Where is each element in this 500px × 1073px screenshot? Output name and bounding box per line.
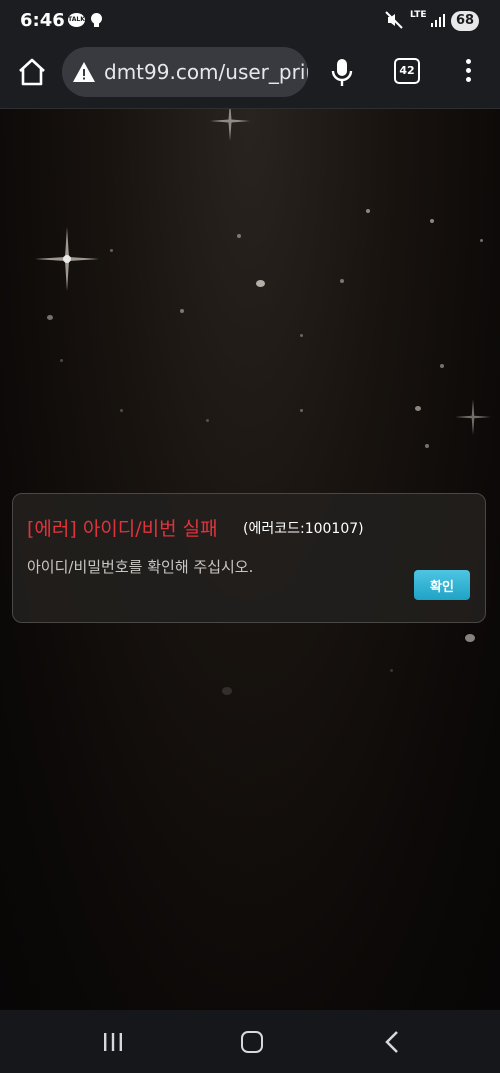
star-decoration xyxy=(430,219,434,223)
star-decoration xyxy=(480,239,483,242)
warning-icon[interactable] xyxy=(72,61,96,83)
browser-toolbar: dmt99.com/user_prir 42 xyxy=(0,42,500,109)
star-decoration xyxy=(120,409,123,412)
dialog-title: [에러] 아이디/비번 실패 xyxy=(27,518,218,540)
star-decoration xyxy=(237,234,241,238)
star-decoration xyxy=(440,364,444,368)
home-icon[interactable] xyxy=(16,56,48,88)
lte-indicator: LTE xyxy=(410,10,427,20)
tab-switcher-button[interactable]: 42 xyxy=(394,58,420,84)
star-decoration xyxy=(60,359,63,362)
confirm-button[interactable]: 확인 xyxy=(414,570,470,600)
sparkle-decoration xyxy=(35,227,99,291)
signal-icon xyxy=(431,14,445,27)
status-bar: 6:46 TALK LTE 68 xyxy=(0,0,500,42)
sparkle-decoration xyxy=(455,399,491,435)
star-decoration xyxy=(222,687,232,695)
star-decoration xyxy=(366,209,370,213)
lightbulb-icon xyxy=(91,13,102,27)
mute-icon xyxy=(385,11,403,29)
error-code: (에러코드:100107) xyxy=(243,521,364,537)
star-decoration xyxy=(110,249,113,252)
error-dialog: [에러] 아이디/비번 실패 (에러코드:100107) 아이디/비밀번호를 확… xyxy=(12,493,486,623)
more-options-icon[interactable] xyxy=(460,56,476,88)
star-decoration xyxy=(300,409,303,412)
star-decoration xyxy=(390,669,393,672)
address-bar[interactable]: dmt99.com/user_prir xyxy=(62,47,308,97)
home-nav-icon[interactable] xyxy=(241,1031,263,1053)
system-navigation-bar xyxy=(0,1010,500,1073)
microphone-icon[interactable] xyxy=(328,56,356,88)
sparkle-decoration xyxy=(210,109,250,141)
star-decoration xyxy=(300,334,303,337)
status-time: 6:46 xyxy=(20,10,65,31)
star-decoration xyxy=(415,406,421,411)
star-decoration xyxy=(47,315,53,320)
star-decoration xyxy=(206,419,209,422)
dialog-message: 아이디/비밀번호를 확인해 주십시오. xyxy=(27,558,254,576)
star-decoration xyxy=(465,634,475,642)
back-icon[interactable] xyxy=(382,1030,402,1054)
star-decoration xyxy=(425,444,429,448)
star-decoration xyxy=(340,279,344,283)
recent-apps-icon[interactable] xyxy=(102,1032,124,1052)
star-decoration xyxy=(256,280,265,287)
kakaotalk-icon: TALK xyxy=(68,13,85,27)
battery-indicator: 68 xyxy=(451,11,479,31)
url-text[interactable]: dmt99.com/user_prir xyxy=(104,60,308,84)
page-background: [에러] 아이디/비번 실패 (에러코드:100107) 아이디/비밀번호를 확… xyxy=(0,109,500,1010)
star-decoration xyxy=(180,309,184,313)
